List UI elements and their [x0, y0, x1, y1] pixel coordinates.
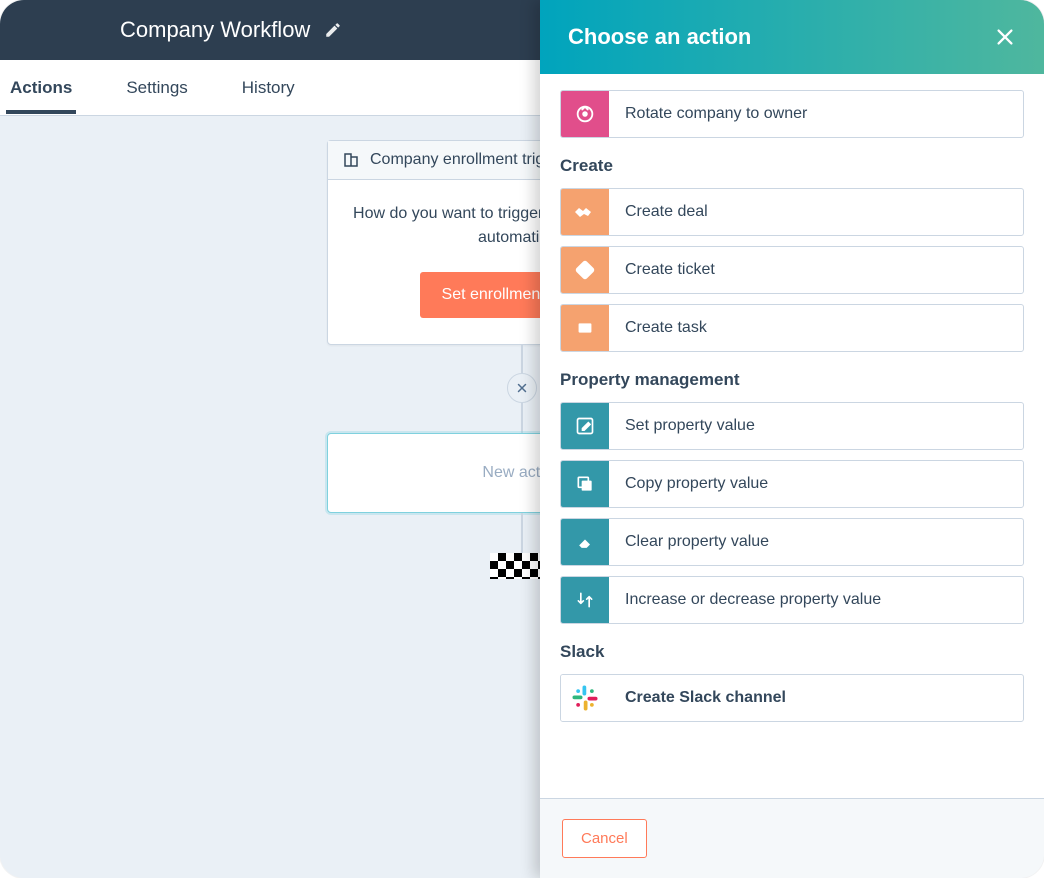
- panel-header: Choose an action: [540, 0, 1044, 74]
- action-create-deal[interactable]: Create deal: [560, 188, 1024, 236]
- connector-line: [521, 513, 523, 553]
- panel-footer: Cancel: [540, 798, 1044, 878]
- action-label: Create task: [609, 305, 1023, 351]
- action-label: Create Slack channel: [609, 675, 1023, 721]
- handshake-icon: [561, 189, 609, 235]
- action-label: Create ticket: [609, 247, 1023, 293]
- close-icon: [516, 382, 528, 394]
- action-label: Copy property value: [609, 461, 1023, 507]
- panel-title: Choose an action: [568, 24, 751, 50]
- tab-history[interactable]: History: [238, 62, 299, 114]
- action-create-task[interactable]: Create task: [560, 304, 1024, 352]
- action-copy-property[interactable]: Copy property value: [560, 460, 1024, 508]
- tab-settings[interactable]: Settings: [122, 62, 191, 114]
- choose-action-panel: Choose an action Rotate company to owner…: [540, 0, 1044, 878]
- enrollment-trigger-title: Company enrollment trigger: [370, 151, 567, 169]
- action-create-ticket[interactable]: Create ticket: [560, 246, 1024, 294]
- action-label: Set property value: [609, 403, 1023, 449]
- slack-icon: [561, 675, 609, 721]
- action-label: Clear property value: [609, 519, 1023, 565]
- cancel-button[interactable]: Cancel: [562, 819, 647, 858]
- edit-title-icon[interactable]: [324, 21, 342, 39]
- company-icon: [342, 151, 360, 169]
- task-icon: [561, 305, 609, 351]
- action-increase-decrease-property[interactable]: Increase or decrease property value: [560, 576, 1024, 624]
- section-property-label: Property management: [560, 370, 1024, 390]
- section-create-label: Create: [560, 156, 1024, 176]
- panel-body: Rotate company to owner Create Create de…: [540, 74, 1044, 798]
- connector-line: [521, 345, 523, 373]
- workflow-title: Company Workflow: [120, 17, 310, 43]
- action-create-slack-channel[interactable]: Create Slack channel: [560, 674, 1024, 722]
- eraser-icon: [561, 519, 609, 565]
- section-slack-label: Slack: [560, 642, 1024, 662]
- rotate-icon: [561, 91, 609, 137]
- action-label: Create deal: [609, 189, 1023, 235]
- close-panel-button[interactable]: [994, 26, 1016, 48]
- app-window: Company Workflow Actions Settings Histor…: [0, 0, 1044, 878]
- ticket-icon: [561, 247, 609, 293]
- action-set-property[interactable]: Set property value: [560, 402, 1024, 450]
- copy-icon: [561, 461, 609, 507]
- connector-line: [521, 403, 523, 433]
- action-label: Rotate company to owner: [609, 91, 1023, 137]
- action-rotate-company[interactable]: Rotate company to owner: [560, 90, 1024, 138]
- remove-step-button[interactable]: [507, 373, 537, 403]
- action-label: Increase or decrease property value: [609, 577, 1023, 623]
- tab-actions[interactable]: Actions: [6, 62, 76, 114]
- edit-square-icon: [561, 403, 609, 449]
- swap-icon: [561, 577, 609, 623]
- action-clear-property[interactable]: Clear property value: [560, 518, 1024, 566]
